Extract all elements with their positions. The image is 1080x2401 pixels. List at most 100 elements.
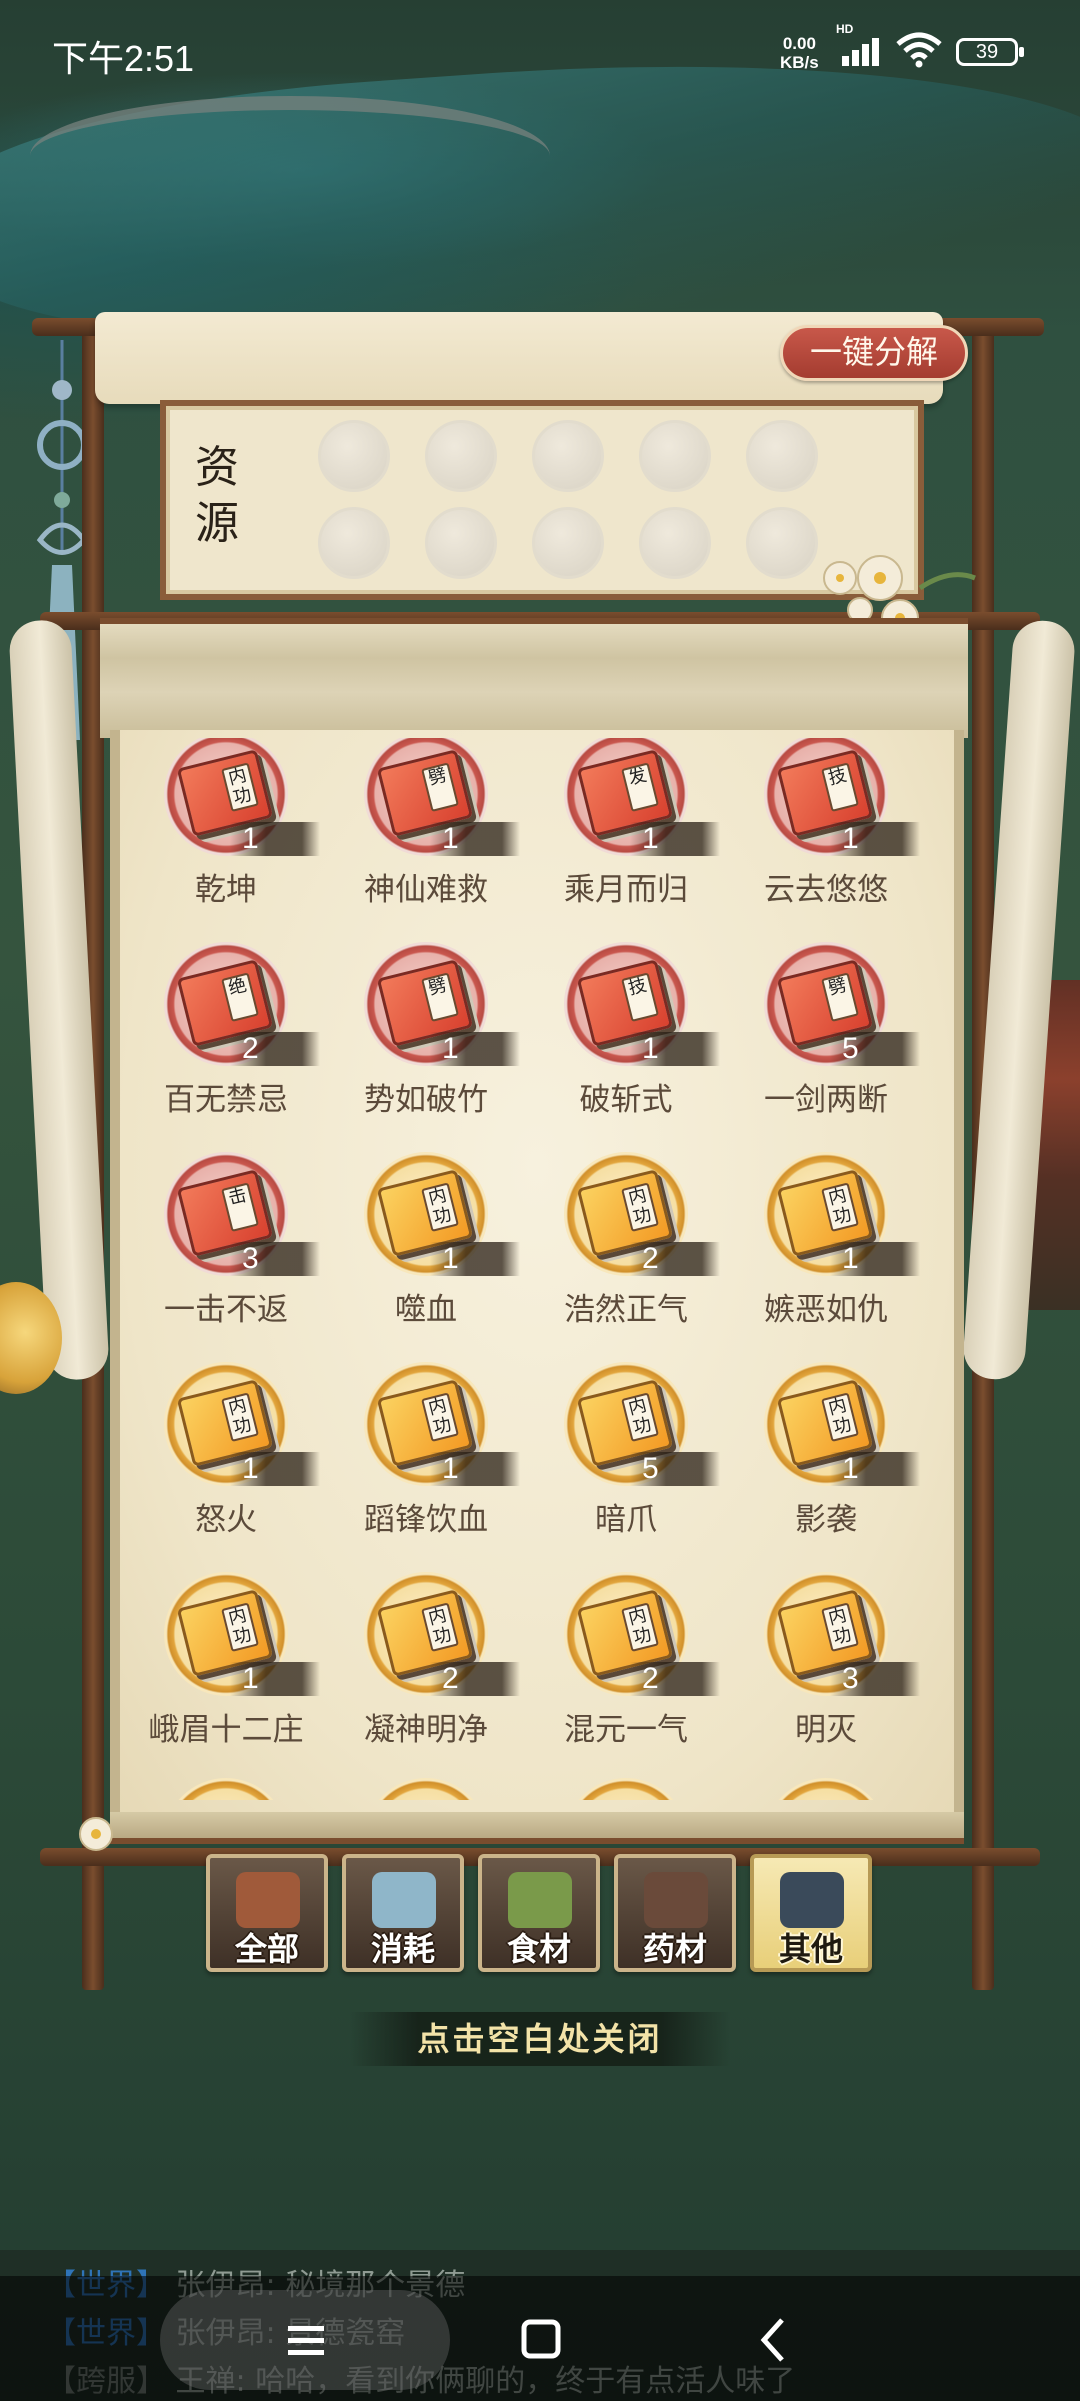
item-count: 1 bbox=[830, 822, 920, 856]
inventory-item[interactable]: 内功 1 峨眉十二庄 bbox=[126, 1572, 326, 1772]
inventory-item[interactable]: 内功 1 嫉恶如仇 bbox=[726, 1152, 926, 1352]
book-tag: 内功 bbox=[221, 1602, 259, 1652]
item-count: 2 bbox=[230, 1032, 320, 1066]
resource-slot[interactable] bbox=[532, 420, 604, 492]
inventory-item[interactable]: 内功 1 噬血 bbox=[326, 1152, 526, 1352]
book-tag: 内功 bbox=[821, 1602, 859, 1652]
status-time: 下午2:51 bbox=[52, 38, 195, 79]
network-speed: 0.00 KB/s bbox=[780, 34, 819, 72]
tab-4[interactable]: 其他 bbox=[750, 1854, 872, 1972]
inventory-item[interactable]: 发 1 乘月而归 bbox=[526, 738, 726, 932]
tab-label: 消耗 bbox=[370, 1930, 435, 1968]
small-flower-icon bbox=[79, 1817, 113, 1851]
book-tag: 内功 bbox=[421, 1182, 459, 1232]
inventory-item[interactable]: 绝 2 百无禁忌 bbox=[126, 942, 326, 1142]
herb-pot-icon bbox=[644, 1872, 708, 1928]
one-click-decompose-button[interactable]: 一键分解 bbox=[780, 325, 968, 381]
item-count: 1 bbox=[430, 1452, 520, 1486]
tab-0[interactable]: 全部 bbox=[206, 1854, 328, 1972]
resource-slot[interactable] bbox=[318, 507, 390, 579]
resource-slot[interactable] bbox=[425, 507, 497, 579]
item-name: 凝神明净 bbox=[364, 1712, 488, 1748]
item-count: 1 bbox=[230, 822, 320, 856]
item-name: 一击不返 bbox=[164, 1292, 288, 1328]
item-name: 暗爪 bbox=[595, 1502, 657, 1538]
inventory-item[interactable]: 内功 2 混元一气 bbox=[526, 1572, 726, 1772]
battery-icon: 39 bbox=[956, 38, 1024, 66]
item-count: 3 bbox=[830, 1662, 920, 1696]
item-count: 2 bbox=[430, 1662, 520, 1696]
inventory-item[interactable]: 内功 1 怒火 bbox=[126, 1362, 326, 1562]
book-tag: 内功 bbox=[221, 1392, 259, 1442]
item-count: 1 bbox=[630, 1032, 720, 1066]
book-tag: 击 bbox=[221, 1182, 259, 1232]
tab-2[interactable]: 食材 bbox=[478, 1854, 600, 1972]
tab-label: 全部 bbox=[234, 1930, 299, 1968]
item-name: 破斩式 bbox=[579, 1082, 673, 1118]
resource-slot[interactable] bbox=[532, 507, 604, 579]
inventory-item[interactable]: 技 1 云去悠悠 bbox=[726, 738, 926, 932]
item-name: 明灭 bbox=[795, 1712, 857, 1748]
inventory-item[interactable]: 内功 5 暗爪 bbox=[526, 1362, 726, 1562]
resource-slot[interactable] bbox=[425, 420, 497, 492]
tab-3[interactable]: 药材 bbox=[614, 1854, 736, 1972]
book-tag: 内功 bbox=[621, 1182, 659, 1232]
book-tag: 内功 bbox=[421, 1392, 459, 1442]
item-count: 5 bbox=[830, 1032, 920, 1066]
menu-icon[interactable] bbox=[260, 2300, 350, 2380]
home-icon[interactable] bbox=[496, 2300, 586, 2380]
item-name: 混元一气 bbox=[564, 1712, 688, 1748]
inventory-item-partial[interactable] bbox=[764, 1778, 888, 1800]
book-tag: 发 bbox=[621, 762, 659, 812]
inventory-item[interactable]: 内功 1 蹈锋饮血 bbox=[326, 1362, 526, 1562]
item-count: 1 bbox=[830, 1452, 920, 1486]
network-speed-unit: KB/s bbox=[780, 53, 819, 72]
resource-slot[interactable] bbox=[746, 420, 818, 492]
item-name: 乾坤 bbox=[195, 872, 257, 908]
book-tag: 劈 bbox=[421, 972, 459, 1022]
item-count: 2 bbox=[630, 1662, 720, 1696]
potion-bottle-icon bbox=[372, 1872, 436, 1928]
book-tag: 内功 bbox=[221, 762, 259, 812]
inventory-item[interactable]: 击 3 一击不返 bbox=[126, 1152, 326, 1352]
signal-icon: HD bbox=[836, 22, 886, 66]
inventory-item[interactable]: 技 1 破斩式 bbox=[526, 942, 726, 1142]
item-name: 神仙难救 bbox=[364, 872, 488, 908]
item-name: 乘月而归 bbox=[564, 872, 688, 908]
inventory-item[interactable]: 劈 1 势如破竹 bbox=[326, 942, 526, 1142]
inventory-item[interactable]: 内功 1 影袭 bbox=[726, 1362, 926, 1562]
item-count: 1 bbox=[230, 1662, 320, 1696]
tap-blank-to-close-hint[interactable]: 点击空白处关闭 bbox=[350, 2012, 730, 2066]
network-speed-value: 0.00 bbox=[782, 34, 816, 53]
inventory-item[interactable]: 内功 2 浩然正气 bbox=[526, 1152, 726, 1352]
inventory-item[interactable]: 劈 1 神仙难救 bbox=[326, 738, 526, 932]
back-icon[interactable] bbox=[730, 2300, 820, 2380]
item-count: 1 bbox=[430, 1242, 520, 1276]
item-name: 嫉恶如仇 bbox=[764, 1292, 888, 1328]
resource-slot[interactable] bbox=[318, 420, 390, 492]
signal-hd-tag: HD bbox=[836, 22, 854, 36]
inventory-item[interactable]: 内功 1 乾坤 bbox=[126, 738, 326, 932]
inventory-item[interactable]: 劈 5 一剑两断 bbox=[726, 942, 926, 1142]
scroll-roll bbox=[100, 618, 968, 738]
item-name: 峨眉十二庄 bbox=[148, 1712, 304, 1748]
inventory-item-partial[interactable] bbox=[564, 1778, 688, 1800]
item-name: 百无禁忌 bbox=[164, 1082, 288, 1118]
wifi-icon bbox=[896, 32, 942, 68]
book-tag: 技 bbox=[821, 762, 859, 812]
inventory-item-partial[interactable] bbox=[364, 1778, 488, 1800]
tab-label: 其他 bbox=[778, 1930, 843, 1968]
inventory-item[interactable]: 内功 3 明灭 bbox=[726, 1572, 926, 1772]
item-name: 一剑两断 bbox=[764, 1082, 888, 1118]
inventory-item[interactable]: 内功 2 凝神明净 bbox=[326, 1572, 526, 1772]
tab-label: 食材 bbox=[506, 1930, 571, 1968]
book-tag: 劈 bbox=[421, 762, 459, 812]
item-count: 1 bbox=[430, 1032, 520, 1066]
book-tag: 内功 bbox=[821, 1182, 859, 1232]
treasure-chest-icon bbox=[236, 1872, 300, 1928]
inventory-item-partial[interactable] bbox=[164, 1778, 288, 1800]
resource-slot[interactable] bbox=[639, 420, 711, 492]
item-grid[interactable]: 内功 1 乾坤劈 1 神仙难救发 1 乘月而归技 1 云去悠悠绝 2 百无禁忌劈 1 势如破竹技 1 破斩式… bbox=[120, 738, 954, 1800]
tab-1[interactable]: 消耗 bbox=[342, 1854, 464, 1972]
resource-slot[interactable] bbox=[639, 507, 711, 579]
